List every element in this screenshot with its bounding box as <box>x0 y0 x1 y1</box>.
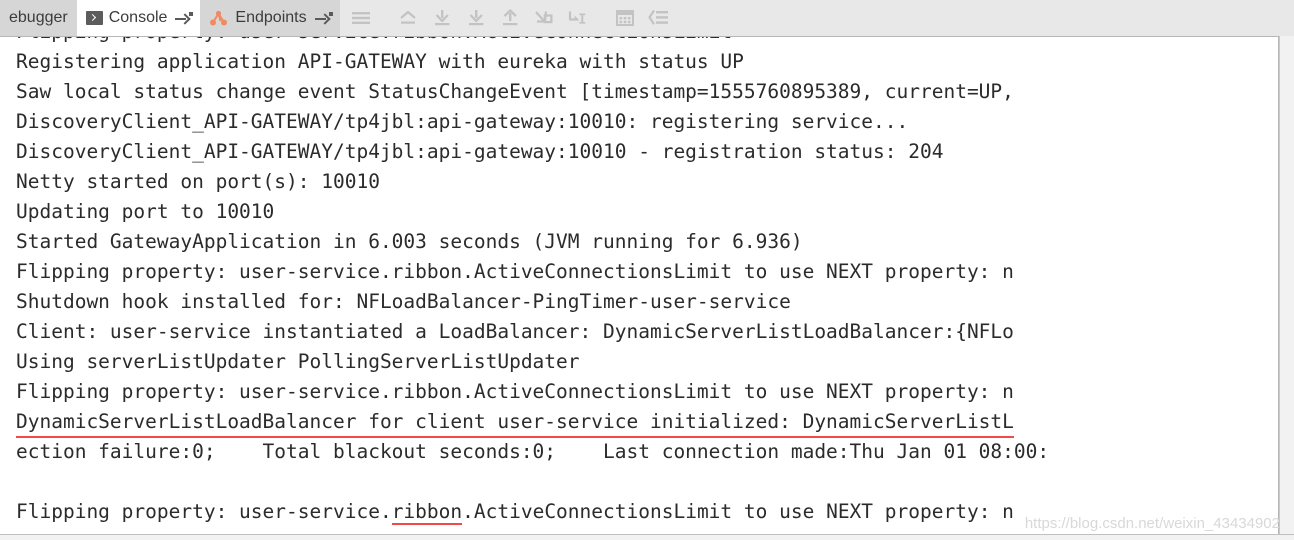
menu-hamburger-icon[interactable] <box>344 0 378 36</box>
console-line: Shutdown hook installed for: NFLoadBalan… <box>16 290 791 313</box>
upload-icon[interactable] <box>493 0 527 36</box>
console-icon <box>85 11 103 25</box>
console-line: Using serverListUpdater PollingServerLis… <box>16 350 580 373</box>
grid-table-icon[interactable] <box>608 0 642 36</box>
console-line: Flipping property: user-service.ribbon.A… <box>16 260 1014 283</box>
console-line: Flipping property: user-service.ribbon.A… <box>16 37 1278 47</box>
panel-bottom-edge <box>0 534 1294 540</box>
console-line: Netty started on port(s): 10010 <box>16 170 380 193</box>
underlined-word: ribbon <box>391 500 463 525</box>
tab-console[interactable]: Console <box>76 0 201 36</box>
rerun-arrow-icon[interactable] <box>391 0 425 36</box>
tab-debugger[interactable]: ebugger <box>0 0 77 36</box>
console-line: Registering application API-GATEWAY with… <box>16 50 744 73</box>
tab-endpoints-label: Endpoints <box>235 9 307 26</box>
console-line: Client: user-service instantiated a Load… <box>16 320 1014 343</box>
vertical-scrollbar[interactable] <box>1279 36 1294 540</box>
console-line: Started GatewayApplication in 6.003 seco… <box>16 230 803 253</box>
scroll-down-icon[interactable] <box>425 0 459 36</box>
download-icon[interactable] <box>459 0 493 36</box>
tab-endpoints[interactable]: Endpoints <box>200 0 340 36</box>
tab-endpoints-pin-icon[interactable] <box>314 12 333 24</box>
console-toolbar: ebugger Console Endpoints <box>0 0 1294 36</box>
console-line: Flipping property: user-service.ribbon.A… <box>16 380 1014 403</box>
tab-console-pin-icon[interactable] <box>175 12 194 24</box>
toolbar-buttons <box>340 0 676 36</box>
tab-strip: ebugger Console Endpoints <box>0 0 340 36</box>
console-line: Flipping property: user-service.ribbon.A… <box>16 500 1014 525</box>
console-line: Saw local status change event StatusChan… <box>16 80 1014 103</box>
console-scroll-area[interactable]: Flipping property: user-service.ribbon.A… <box>0 36 1279 540</box>
console-line: Updating port to 10010 <box>16 200 275 223</box>
console-line: DiscoveryClient_API-GATEWAY/tp4jbl:api-g… <box>16 110 909 133</box>
console-line: ection failure:0; Total blackout seconds… <box>16 440 1050 463</box>
console-line: DiscoveryClient_API-GATEWAY/tp4jbl:api-g… <box>16 140 944 163</box>
console-window: ebugger Console Endpoints Registering ap… <box>0 0 1294 540</box>
tab-debugger-label: ebugger <box>9 9 68 26</box>
console-text: Flipping property: user-service.ribbon.A… <box>0 37 1278 527</box>
console-output-panel[interactable]: Flipping property: user-service.ribbon.A… <box>0 36 1294 540</box>
underlined-text: DynamicServerListLoadBalancer for client… <box>16 408 1014 438</box>
endpoints-graph-icon <box>209 10 229 27</box>
tab-console-label: Console <box>108 9 168 26</box>
jump-out-icon[interactable] <box>527 0 561 36</box>
console-line: DynamicServerListLoadBalancer for client… <box>16 407 1278 438</box>
soft-wrap-icon[interactable] <box>642 0 676 36</box>
jump-to-cursor-icon[interactable] <box>561 0 595 36</box>
